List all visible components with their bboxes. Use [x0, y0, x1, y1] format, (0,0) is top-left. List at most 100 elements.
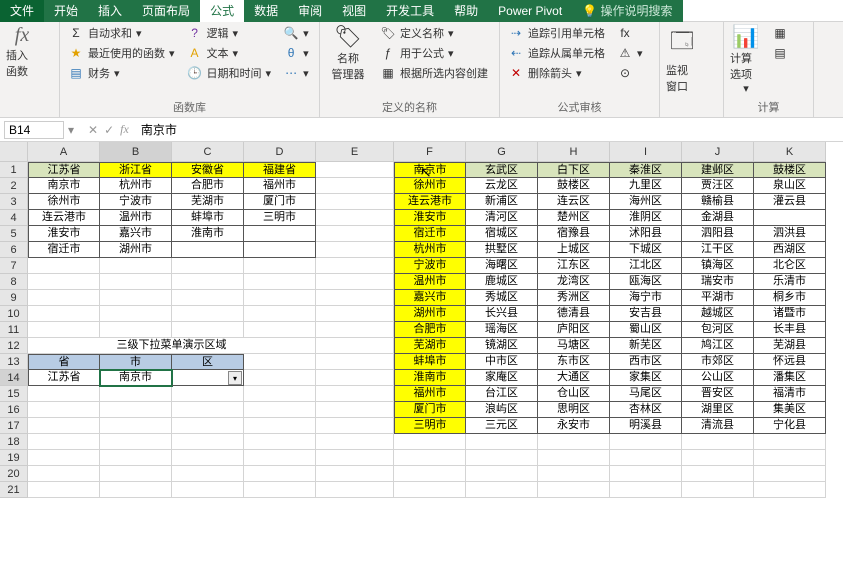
cell-H[interactable]: 永安市	[538, 418, 610, 434]
cell-I[interactable]: 杏林区	[610, 402, 682, 418]
cell-H[interactable]: 思明区	[538, 402, 610, 418]
cell-C[interactable]	[172, 466, 244, 482]
header-A[interactable]: 江苏省	[28, 162, 100, 178]
confirm-icon[interactable]: ✓	[104, 123, 114, 137]
cell-K[interactable]: 泉山区	[754, 178, 826, 194]
cell-B[interactable]	[100, 402, 172, 418]
cell-J[interactable]: 建邺区	[682, 162, 754, 178]
cell-F[interactable]: 三明市	[394, 418, 466, 434]
cell-H[interactable]: 秀洲区	[538, 290, 610, 306]
row-header-21[interactable]: 21	[0, 482, 28, 498]
cell-F[interactable]	[394, 466, 466, 482]
cell-G[interactable]: 新浦区	[466, 194, 538, 210]
cell-K[interactable]: 泗洪县	[754, 226, 826, 242]
cell-A[interactable]	[28, 290, 100, 306]
cell-B[interactable]: 湖州市	[100, 242, 172, 258]
cell-C[interactable]: 芜湖市	[172, 194, 244, 210]
cell-J[interactable]: 市郊区	[682, 354, 754, 370]
cell-G[interactable]: 鹿城区	[466, 274, 538, 290]
cell-I[interactable]: 明溪县	[610, 418, 682, 434]
header-D[interactable]: 福建省	[244, 162, 316, 178]
cell-D[interactable]	[244, 226, 316, 242]
tab-review[interactable]: 审阅	[288, 0, 332, 22]
cell-D[interactable]: 厦门市	[244, 194, 316, 210]
cell-J[interactable]: 镇海区	[682, 258, 754, 274]
cell-F[interactable]: 温州市	[394, 274, 466, 290]
cell-A[interactable]: 连云港市	[28, 210, 100, 226]
row-header-3[interactable]: 3	[0, 194, 28, 210]
cell-C[interactable]	[172, 418, 244, 434]
cell-K[interactable]	[754, 450, 826, 466]
cell-I[interactable]: 秦淮区	[610, 162, 682, 178]
cancel-icon[interactable]: ✕	[88, 123, 98, 137]
cell-J[interactable]: 鸠江区	[682, 338, 754, 354]
cell-I[interactable]: 淮阴区	[610, 210, 682, 226]
row-header-15[interactable]: 15	[0, 386, 28, 402]
cell-I[interactable]	[610, 466, 682, 482]
cell-C[interactable]	[172, 290, 244, 306]
cell-D[interactable]	[244, 482, 316, 498]
cell-D[interactable]	[244, 258, 316, 274]
cell-B[interactable]	[100, 274, 172, 290]
cell-A[interactable]	[28, 418, 100, 434]
create-from-selection-button[interactable]: ▦根据所选内容创建	[378, 64, 490, 82]
cell-H[interactable]	[538, 434, 610, 450]
cell-H[interactable]: 鼓楼区	[538, 178, 610, 194]
cell-B[interactable]	[100, 450, 172, 466]
row-header-1[interactable]: 1	[0, 162, 28, 178]
name-box[interactable]	[4, 121, 64, 139]
cell-I[interactable]: 海宁市	[610, 290, 682, 306]
hdr-dist[interactable]: 区	[172, 354, 244, 370]
col-header-K[interactable]: K	[754, 142, 826, 162]
cell-G[interactable]: 镜湖区	[466, 338, 538, 354]
col-header-C[interactable]: C	[172, 142, 244, 162]
cell-E[interactable]	[316, 194, 394, 210]
cell-F[interactable]: 嘉兴市	[394, 290, 466, 306]
tab-formulas[interactable]: 公式	[200, 0, 244, 22]
cell-D[interactable]: 三明市	[244, 210, 316, 226]
cell-D[interactable]	[244, 290, 316, 306]
finance-button[interactable]: ▤财务 ▾	[66, 64, 177, 82]
lookup-button[interactable]: 🔍 ▾	[281, 24, 311, 42]
row-header-19[interactable]: 19	[0, 450, 28, 466]
cell-A[interactable]	[28, 466, 100, 482]
cell-E[interactable]	[316, 226, 394, 242]
cell-B[interactable]	[100, 386, 172, 402]
cell-G[interactable]: 云龙区	[466, 178, 538, 194]
cell-D[interactable]	[244, 466, 316, 482]
cell-E[interactable]	[316, 434, 394, 450]
cell-J[interactable]: 瑞安市	[682, 274, 754, 290]
autosum-button[interactable]: Σ自动求和 ▾	[66, 24, 177, 42]
cell-A[interactable]	[28, 258, 100, 274]
cell-E[interactable]	[316, 370, 394, 386]
cell-I[interactable]: 蜀山区	[610, 322, 682, 338]
show-formula-button[interactable]: fx	[615, 24, 645, 42]
cell-G[interactable]: 宿城区	[466, 226, 538, 242]
cell-G[interactable]: 台江区	[466, 386, 538, 402]
cell-G[interactable]: 清河区	[466, 210, 538, 226]
tab-help[interactable]: 帮助	[444, 0, 488, 22]
col-header-A[interactable]: A	[28, 142, 100, 162]
define-name-button[interactable]: 🏷定义名称 ▾	[378, 24, 490, 42]
trace-precedents-button[interactable]: ⇢追踪引用单元格	[506, 24, 607, 42]
row-header-5[interactable]: 5	[0, 226, 28, 242]
cell-B[interactable]: 宁波市	[100, 194, 172, 210]
cell-A14[interactable]: 江苏省	[28, 370, 100, 386]
cell-K[interactable]: 福清市	[754, 386, 826, 402]
trace-dependents-button[interactable]: ⇠追踪从属单元格	[506, 44, 607, 62]
cell-G[interactable]: 玄武区	[466, 162, 538, 178]
watch-window-button[interactable]: 🗔 监视窗口	[666, 24, 698, 72]
cell-J[interactable]	[682, 482, 754, 498]
name-box-chevron-icon[interactable]: ▾	[68, 123, 74, 137]
dropdown-handle[interactable]: ▾	[228, 371, 242, 385]
cell-E[interactable]	[316, 290, 394, 306]
cell-E[interactable]	[316, 482, 394, 498]
cell-D[interactable]	[244, 370, 316, 386]
row-header-11[interactable]: 11	[0, 322, 28, 338]
cell-E[interactable]	[316, 450, 394, 466]
cell-G[interactable]: 长兴县	[466, 306, 538, 322]
cell-A[interactable]: 徐州市	[28, 194, 100, 210]
cell-B14-active[interactable]: 南京市	[100, 370, 172, 386]
row-header-6[interactable]: 6	[0, 242, 28, 258]
cell-D[interactable]: 福州市	[244, 178, 316, 194]
